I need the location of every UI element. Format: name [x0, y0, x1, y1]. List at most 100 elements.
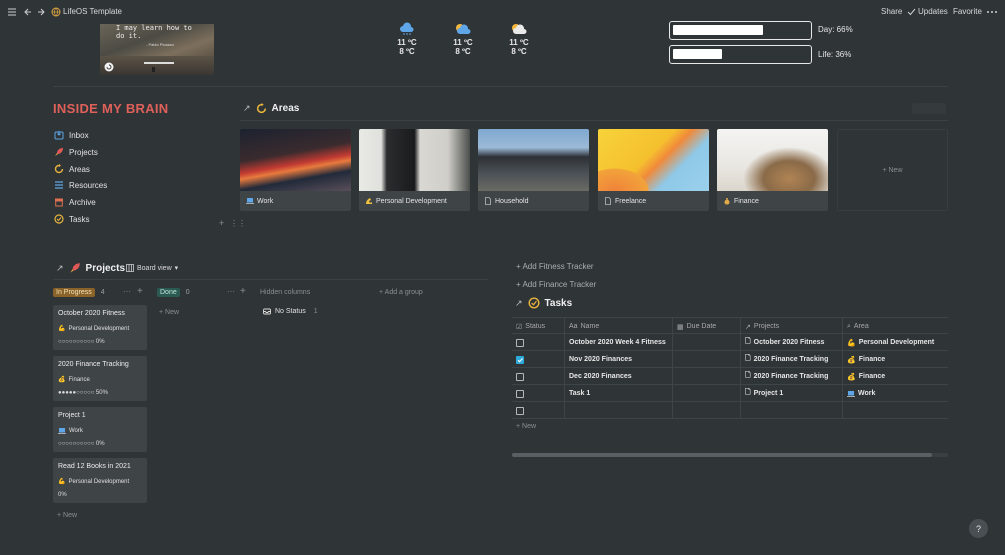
project-card[interactable]: Read 12 Books in 2021 💪 Personal Developm… [53, 458, 147, 503]
task-checkbox[interactable] [516, 338, 524, 347]
no-status-column[interactable]: No Status 1 [263, 307, 318, 315]
column-options-icon[interactable]: ··· [227, 287, 235, 296]
task-name[interactable]: Task 1 [564, 385, 672, 402]
project-progress: ●●●●●○○○○○ 50% [58, 390, 108, 396]
column-header-name[interactable]: Aa Name [564, 318, 672, 335]
task-name[interactable] [564, 402, 672, 419]
done-new-button[interactable]: + New [159, 309, 179, 316]
horizontal-scrollbar[interactable] [512, 453, 948, 457]
forward-arrow-icon[interactable] [36, 7, 46, 17]
nav-item-tasks[interactable]: Tasks [54, 212, 89, 226]
refresh-icon [54, 164, 64, 174]
table-row[interactable]: Task 1 🗋 Project 1 Work [512, 385, 948, 402]
task-checkbox-checked[interactable] [516, 355, 524, 364]
task-due-date[interactable] [672, 334, 740, 351]
project-card[interactable]: Project 1 Work ○○○○○○○○○○ 0% [53, 407, 147, 452]
favorite-button[interactable]: Favorite [953, 7, 982, 16]
project-progress: ○○○○○○○○○○ 0% [58, 339, 105, 345]
column-header-projects[interactable]: ↗ Projects [740, 318, 842, 335]
area-card-finance[interactable]: Finance [717, 129, 828, 211]
task-due-date[interactable] [672, 385, 740, 402]
life-progress-fill [673, 49, 722, 59]
menu-icon[interactable] [7, 7, 17, 17]
add-card-icon[interactable]: + [137, 286, 143, 297]
area-card-work[interactable]: Work [240, 129, 351, 211]
nav-item-areas[interactable]: Areas [54, 162, 90, 176]
task-checkbox[interactable] [516, 406, 524, 415]
done-tag[interactable]: Done [157, 288, 180, 297]
nav-item-inbox[interactable]: Inbox [54, 128, 89, 142]
nav-item-resources[interactable]: Resources [54, 178, 107, 192]
globe-icon [51, 7, 61, 17]
column-options-icon[interactable]: ··· [123, 287, 131, 296]
in-progress-new-button[interactable]: + New [57, 512, 77, 519]
column-header-status[interactable]: ☑ Status [512, 318, 564, 335]
updates-button[interactable]: Updates [918, 7, 948, 16]
more-options-icon[interactable] [986, 7, 998, 17]
new-task-button[interactable]: + New [516, 423, 536, 430]
link-arrow-icon[interactable]: ↗ [515, 298, 523, 309]
projects-title[interactable]: Projects [86, 263, 125, 274]
add-fitness-tracker-button[interactable]: + Add Fitness Tracker [516, 262, 594, 271]
column-header-due-date[interactable]: ▦ Due Date [672, 318, 740, 335]
areas-title[interactable]: Areas [272, 103, 300, 114]
tasks-title[interactable]: Tasks [545, 298, 573, 309]
project-card[interactable]: October 2020 Fitness 💪 Personal Developme… [53, 305, 147, 350]
table-row[interactable]: Nov 2020 Finances 🗋 2020 Finance Tracking… [512, 351, 948, 368]
column-header-area[interactable]: ⌕ Area [842, 318, 948, 335]
area-card-personal-development[interactable]: Personal Development [359, 129, 470, 211]
task-area[interactable] [842, 402, 948, 419]
hidden-columns-label: Hidden columns [260, 289, 311, 296]
new-button-faded[interactable] [912, 103, 946, 114]
drag-handle-icon[interactable]: ⋮⋮ [230, 219, 246, 228]
projects-divider [53, 279, 488, 280]
nav-item-archive[interactable]: Archive [54, 195, 96, 209]
task-due-date[interactable] [672, 368, 740, 385]
temp-low: 8 ºC [511, 47, 527, 56]
check-circle-icon [54, 214, 64, 224]
task-due-date[interactable] [672, 402, 740, 419]
add-group-button[interactable]: + Add a group [379, 289, 423, 296]
tasks-header: ↗ Tasks [515, 297, 572, 309]
flexed-arm-icon: 💪 [58, 479, 66, 485]
task-due-date[interactable] [672, 351, 740, 368]
refresh-quote-icon[interactable] [104, 62, 114, 72]
page-title[interactable]: LifeOS Template [63, 7, 122, 16]
area-cover-image [359, 129, 470, 191]
link-arrow-icon[interactable]: ↗ [243, 103, 251, 114]
task-name[interactable]: October 2020 Week 4 Fitness [564, 334, 672, 351]
temp-low: 8 ºC [455, 47, 471, 56]
table-row[interactable]: October 2020 Week 4 Fitness 🗋 October 202… [512, 334, 948, 351]
back-arrow-icon[interactable] [23, 7, 33, 17]
board-view-selector[interactable]: Board view ▾ [126, 264, 178, 272]
help-button[interactable]: ? [969, 519, 988, 538]
nav-item-projects[interactable]: Projects [54, 145, 98, 159]
area-card-freelance[interactable]: Freelance [598, 129, 709, 211]
project-title: 2020 Finance Tracking [58, 361, 129, 368]
add-block-icon[interactable]: + [219, 218, 224, 228]
task-area: Finance [858, 356, 886, 363]
area-card-household[interactable]: Household [478, 129, 589, 211]
nav-label: Tasks [69, 214, 90, 224]
top-bar: LifeOS Template Share Updates Favorite [0, 0, 1005, 24]
task-area: Personal Development [858, 339, 935, 346]
add-finance-tracker-button[interactable]: + Add Finance Tracker [516, 280, 596, 289]
task-checkbox[interactable] [516, 389, 524, 398]
task-checkbox[interactable] [516, 372, 524, 381]
table-row[interactable] [512, 402, 948, 419]
project-card[interactable]: 2020 Finance Tracking 💰 Finance ●●●●●○○○○… [53, 356, 147, 401]
add-area-button[interactable]: + New [837, 129, 948, 211]
share-button[interactable]: Share [881, 7, 902, 16]
add-card-icon[interactable]: + [240, 286, 246, 297]
scrollbar-thumb[interactable] [512, 453, 932, 457]
in-progress-tag[interactable]: In Progress [53, 288, 95, 297]
task-project[interactable] [740, 402, 842, 419]
task-name[interactable]: Dec 2020 Finances [564, 368, 672, 385]
task-name[interactable]: Nov 2020 Finances [564, 351, 672, 368]
table-row[interactable]: Dec 2020 Finances 🗋 2020 Finance Tracking… [512, 368, 948, 385]
list-icon [54, 180, 64, 190]
mountain-image [100, 56, 214, 75]
quote-author: - Pablo Picasso [146, 42, 174, 47]
link-arrow-icon[interactable]: ↗ [56, 263, 64, 274]
areas-divider [240, 120, 948, 121]
